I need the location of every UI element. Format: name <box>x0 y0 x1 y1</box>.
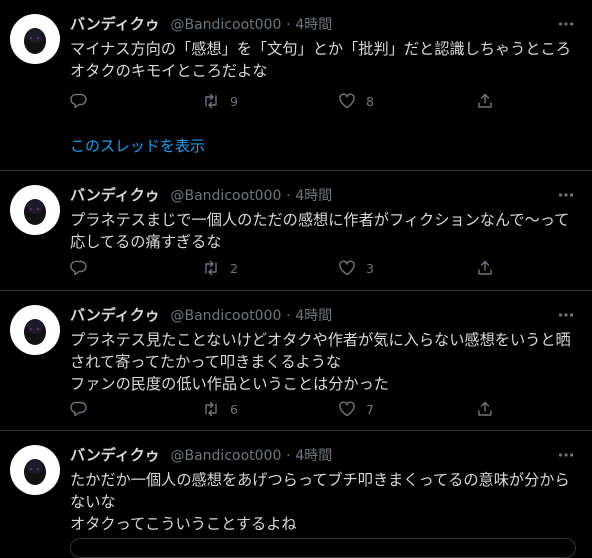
share-button[interactable] <box>476 90 494 112</box>
tweet-header: バンディクゥ @Bandicoot000 · 4時間 <box>70 305 332 325</box>
show-thread-link[interactable]: このスレッドを表示 <box>70 136 205 156</box>
tweet-actions: 6 7 <box>70 398 500 420</box>
reply-icon <box>70 260 87 276</box>
tweet-text: たかだか一個人の感想をあげつらってブチ叩きまくってるの意味が分から ないな オタ… <box>70 471 570 533</box>
timestamp[interactable]: 4時間 <box>295 308 332 324</box>
tweet-header: バンディクゥ @Bandicoot000 · 4時間 <box>70 185 332 205</box>
retweet-button[interactable]: 2 <box>202 257 238 279</box>
tweet[interactable]: バンディクゥ @Bandicoot000 · 4時間 プラネテス見たことないけど… <box>0 291 592 431</box>
timestamp[interactable]: 4時間 <box>295 448 332 464</box>
retweet-button[interactable]: 9 <box>202 90 238 112</box>
link-preview-card[interactable] <box>70 538 576 558</box>
like-button[interactable]: 7 <box>338 398 374 420</box>
more-icon[interactable] <box>554 12 578 36</box>
tweet[interactable]: バンディクゥ @Bandicoot000 · 4時間 プラネテスまじで一個人のた… <box>0 171 592 291</box>
heart-icon <box>339 260 355 276</box>
avatar[interactable] <box>10 185 60 235</box>
avatar[interactable] <box>10 14 60 64</box>
reply-button[interactable] <box>70 257 98 279</box>
user-handle[interactable]: @Bandicoot000 <box>170 188 281 204</box>
user-handle[interactable]: @Bandicoot000 <box>170 448 281 464</box>
avatar-image <box>24 28 46 54</box>
share-button[interactable] <box>476 257 494 279</box>
retweet-count: 2 <box>230 260 238 276</box>
display-name[interactable]: バンディクゥ <box>70 446 160 464</box>
reply-icon <box>70 93 87 109</box>
avatar[interactable] <box>10 445 60 495</box>
share-button[interactable] <box>476 398 494 420</box>
timestamp[interactable]: 4時間 <box>295 188 332 204</box>
retweet-count: 9 <box>230 93 238 109</box>
retweet-button[interactable]: 6 <box>202 398 238 420</box>
share-icon <box>478 93 492 108</box>
retweet-icon <box>205 93 217 109</box>
heart-icon <box>339 401 355 417</box>
avatar-image <box>24 199 46 225</box>
more-icon[interactable] <box>554 443 578 467</box>
separator: · <box>286 308 291 324</box>
tweet-header: バンディクゥ @Bandicoot000 · 4時間 <box>70 445 332 465</box>
tweet-actions: 9 8 <box>70 90 500 112</box>
tweet-header: バンディクゥ @Bandicoot000 · 4時間 <box>70 14 332 34</box>
separator: · <box>286 188 291 204</box>
like-button[interactable]: 3 <box>338 257 374 279</box>
like-count: 8 <box>366 93 374 109</box>
avatar-image <box>24 459 46 485</box>
more-icon[interactable] <box>554 303 578 327</box>
display-name[interactable]: バンディクゥ <box>70 306 160 324</box>
user-handle[interactable]: @Bandicoot000 <box>170 17 281 33</box>
separator: · <box>286 448 291 464</box>
share-icon <box>478 260 492 275</box>
display-name[interactable]: バンディクゥ <box>70 186 160 204</box>
tweet-text: プラネテスまじで一個人のただの感想に作者がフィクションなんで〜って 応してるの痛… <box>70 211 570 251</box>
avatar-image <box>24 319 46 345</box>
separator: · <box>286 17 291 33</box>
tweet[interactable]: バンディクゥ @Bandicoot000 · 4時間 たかだか一個人の感想をあげ… <box>0 431 592 545</box>
reply-icon <box>70 401 87 417</box>
tweet-text: マイナス方向の「感想」を「文句」とか「批判」だと認識しちゃうところ オタクのキモ… <box>70 40 571 80</box>
like-button[interactable]: 8 <box>338 90 374 112</box>
retweet-icon <box>205 401 217 417</box>
reply-button[interactable] <box>70 398 98 420</box>
retweet-count: 6 <box>230 401 238 417</box>
timestamp[interactable]: 4時間 <box>295 17 332 33</box>
user-handle[interactable]: @Bandicoot000 <box>170 308 281 324</box>
share-icon <box>478 401 492 416</box>
heart-icon <box>339 93 355 109</box>
like-count: 3 <box>366 260 374 276</box>
retweet-icon <box>205 260 217 276</box>
tweet-text: プラネテス見たことないけどオタクや作者が気に入らない感想をいうと晒 されて寄って… <box>70 331 571 393</box>
avatar[interactable] <box>10 305 60 355</box>
more-icon[interactable] <box>554 183 578 207</box>
tweet-actions: 2 3 <box>70 257 500 279</box>
reply-button[interactable] <box>70 90 98 112</box>
like-count: 7 <box>366 401 374 417</box>
display-name[interactable]: バンディクゥ <box>70 15 160 33</box>
tweet[interactable]: バンディクゥ @Bandicoot000 · 4時間 マイナス方向の「感想」を「… <box>0 0 592 171</box>
